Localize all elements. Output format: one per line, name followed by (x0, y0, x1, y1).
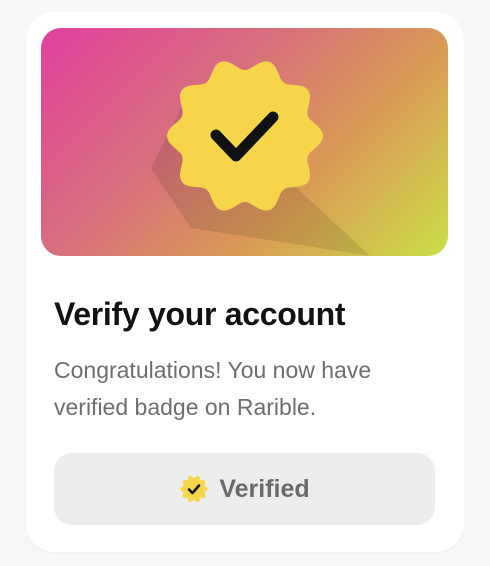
verified-badge-icon (179, 474, 209, 504)
verification-banner (41, 28, 448, 256)
verify-account-card: Verify your account Congratulations! You… (26, 12, 464, 552)
verified-button[interactable]: Verified (54, 453, 435, 525)
verified-button-label: Verified (219, 474, 310, 503)
description-text: Congratulations! You now have verified b… (54, 357, 372, 420)
banner-illustration (151, 61, 448, 256)
page-title: Verify your account (54, 296, 346, 332)
